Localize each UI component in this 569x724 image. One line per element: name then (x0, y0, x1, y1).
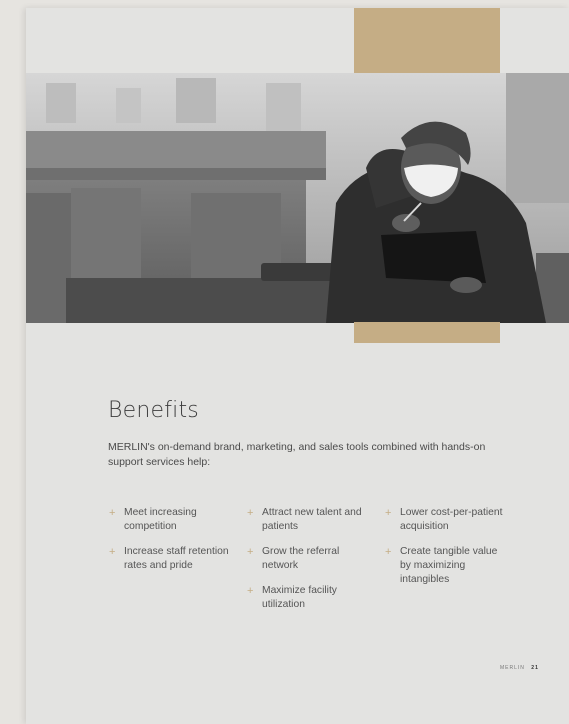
benefit-item: + Create tangible value by maximizing in… (384, 545, 509, 587)
benefit-text: Increase staff retention rates and pride (124, 546, 229, 571)
benefits-column-3: + Lower cost-per-patient acquisition + C… (384, 506, 509, 598)
brochure-page: Benefits MERLIN's on-demand brand, marke… (26, 8, 569, 724)
plus-icon: + (109, 507, 116, 519)
section-intro: MERLIN's on-demand brand, marketing, and… (108, 441, 486, 468)
gold-accent-block-top (354, 8, 500, 73)
plus-icon: + (109, 546, 116, 558)
benefit-item: + Meet increasing competition (108, 506, 233, 534)
plus-icon: + (247, 585, 254, 597)
page-footer: MERLIN 21 (500, 665, 539, 671)
benefit-text: Create tangible value by maximizing inta… (400, 546, 498, 585)
page-number: 21 (531, 665, 539, 671)
benefit-text: Grow the referral network (262, 546, 340, 571)
benefits-column-2: + Attract new talent and patients + Grow… (246, 506, 371, 623)
plus-icon: + (385, 546, 392, 558)
benefit-item: + Maximize facility utilization (246, 584, 371, 612)
benefit-text: Meet increasing competition (124, 507, 197, 532)
plus-icon: + (247, 546, 254, 558)
benefit-text: Lower cost-per-patient acquisition (400, 507, 503, 532)
benefit-item: + Attract new talent and patients (246, 506, 371, 534)
hero-photo (26, 73, 569, 323)
benefit-item: + Increase staff retention rates and pri… (108, 545, 233, 573)
benefit-text: Attract new talent and patients (262, 507, 362, 532)
benefit-item: + Grow the referral network (246, 545, 371, 573)
woman-writing-photo (26, 73, 569, 323)
footer-brand: MERLIN (500, 665, 525, 671)
benefit-item: + Lower cost-per-patient acquisition (384, 506, 509, 534)
benefit-text: Maximize facility utilization (262, 585, 337, 610)
plus-icon: + (247, 507, 254, 519)
section-title: Benefits (108, 398, 199, 423)
benefits-column-1: + Meet increasing competition + Increase… (108, 506, 233, 584)
gold-accent-block-bottom (354, 322, 500, 343)
plus-icon: + (385, 507, 392, 519)
